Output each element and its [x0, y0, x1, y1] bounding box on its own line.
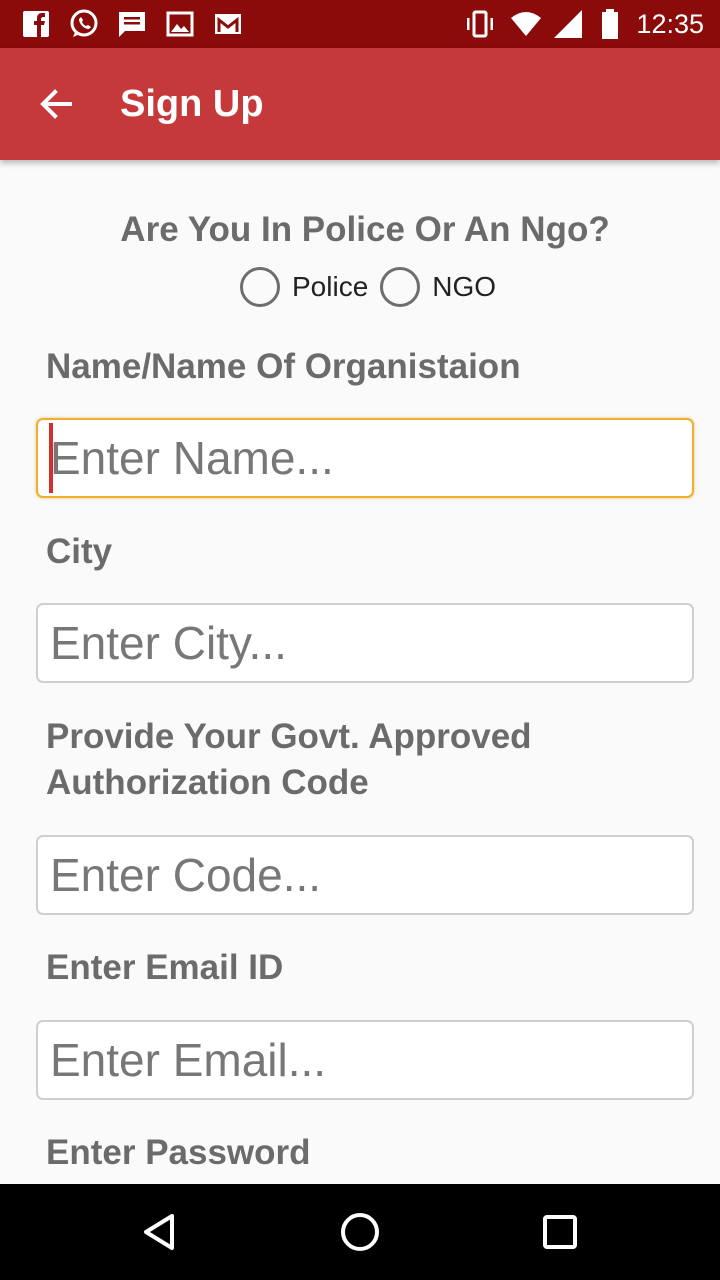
role-radio-group: Police NGO — [240, 266, 508, 308]
radio-option-ngo[interactable]: NGO — [380, 267, 496, 307]
city-label: City — [46, 532, 113, 571]
app-bar: Sign Up — [0, 48, 720, 160]
status-time: 12:35 — [636, 9, 704, 39]
whatsapp-icon — [70, 9, 98, 37]
name-input[interactable] — [36, 418, 694, 498]
text-cursor — [49, 423, 53, 493]
radio-circle-icon[interactable] — [380, 267, 421, 307]
message-icon — [119, 12, 145, 37]
page-title: Sign Up — [120, 83, 264, 125]
signal-icon — [554, 10, 582, 38]
email-label: Enter Email ID — [46, 948, 284, 987]
home-circle-icon[interactable] — [336, 1208, 384, 1256]
radio-circle-icon[interactable] — [240, 267, 280, 307]
arrow-left-icon — [40, 89, 72, 119]
vibrate-icon — [467, 10, 493, 38]
navigation-bar — [0, 1184, 720, 1280]
email-input[interactable] — [36, 1020, 694, 1100]
role-question: Are You In Police Or An Ngo? — [120, 210, 610, 249]
signup-form[interactable]: Are You In Police Or An Ngo? Police NGO … — [0, 160, 720, 1184]
battery-icon — [602, 9, 618, 39]
authorization-code-input[interactable] — [36, 835, 694, 915]
status-bar: 12:35 — [0, 0, 720, 48]
radio-label-ngo[interactable]: NGO — [432, 271, 496, 303]
city-input[interactable] — [36, 603, 694, 683]
facebook-icon — [23, 11, 49, 37]
radio-option-police[interactable]: Police — [240, 267, 368, 307]
gallery-icon — [166, 11, 194, 37]
back-button[interactable] — [28, 76, 84, 132]
wifi-icon — [511, 12, 541, 36]
password-label: Enter Password — [46, 1133, 311, 1172]
recents-square-icon[interactable] — [536, 1208, 584, 1256]
name-label: Name/Name Of Organistaion — [46, 347, 521, 386]
radio-label-police[interactable]: Police — [292, 271, 368, 303]
back-triangle-icon[interactable] — [136, 1208, 184, 1256]
authorization-code-label: Provide Your Govt. Approved Authorizatio… — [46, 717, 532, 802]
gmail-icon — [215, 14, 241, 34]
